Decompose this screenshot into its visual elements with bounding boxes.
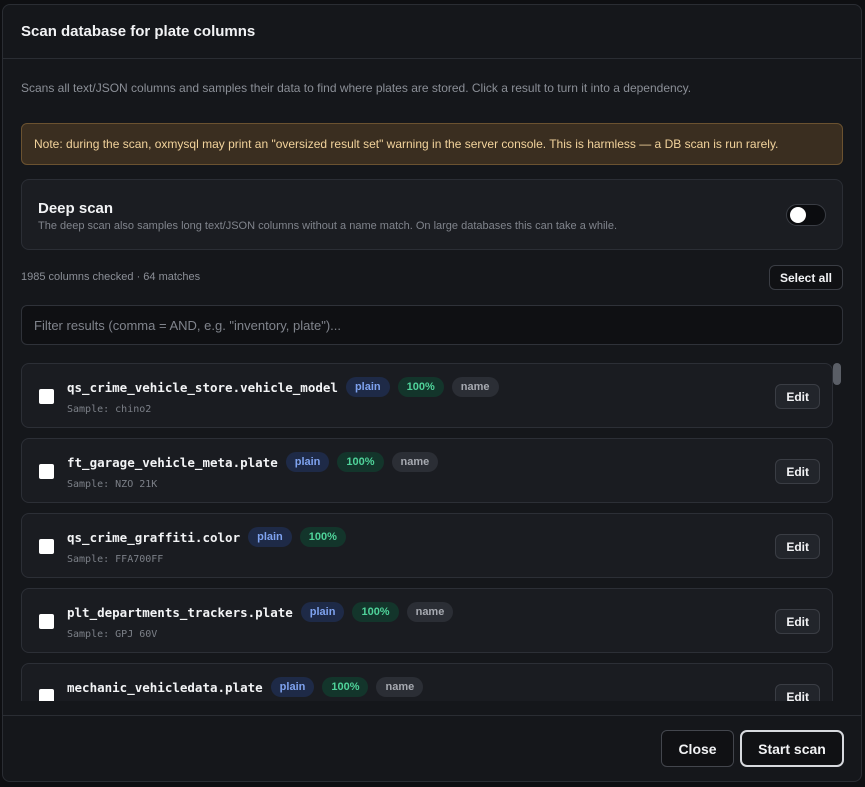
result-checkbox[interactable] xyxy=(39,464,54,479)
column-name: qs_crime_vehicle_store.vehicle_model xyxy=(67,379,338,395)
deep-scan-card: Deep scan The deep scan also samples lon… xyxy=(21,179,843,250)
result-heading: mechanic_vehicledata.plate plain 100% na… xyxy=(67,677,424,697)
type-badge: plain xyxy=(270,677,315,697)
match-badge: name xyxy=(391,452,439,472)
confidence-badge: 100% xyxy=(322,677,369,697)
type-badge: plain xyxy=(248,527,292,547)
match-badge: name xyxy=(376,677,424,697)
modal-title: Scan database for plate columns xyxy=(21,23,256,40)
warning-note: Note: during the scan, oxmysql may print… xyxy=(21,123,843,165)
modal-footer: Close Start scan xyxy=(3,715,861,781)
edit-button[interactable]: Edit xyxy=(775,534,820,559)
result-checkbox[interactable] xyxy=(39,614,54,629)
column-name: ft_garage_vehicle_meta.plate xyxy=(67,454,278,470)
result-row[interactable]: ft_garage_vehicle_meta.plate plain 100% … xyxy=(21,438,833,503)
match-badge: name xyxy=(451,377,499,397)
results-scrollbar[interactable] xyxy=(831,363,841,703)
result-checkbox[interactable] xyxy=(39,539,54,554)
sample-value: Sample: GPJ 60V xyxy=(67,629,158,640)
modal-header: Scan database for plate columns xyxy=(3,5,861,59)
sample-value: Sample: FFA700FF xyxy=(67,554,164,565)
type-badge: plain xyxy=(345,377,390,397)
filter-input[interactable] xyxy=(21,305,843,345)
column-name: plt_departments_trackers.plate xyxy=(67,604,293,620)
edit-button[interactable]: Edit xyxy=(775,684,820,701)
result-row[interactable]: mechanic_vehicledata.plate plain 100% na… xyxy=(21,663,833,701)
deep-scan-title: Deep scan xyxy=(38,200,114,217)
result-row[interactable]: qs_crime_vehicle_store.vehicle_model pla… xyxy=(21,363,833,428)
result-checkbox[interactable] xyxy=(39,689,54,701)
start-scan-button[interactable]: Start scan xyxy=(740,730,844,767)
type-badge: plain xyxy=(300,602,345,622)
confidence-badge: 100% xyxy=(397,377,444,397)
deep-scan-toggle[interactable] xyxy=(786,204,826,226)
result-heading: ft_garage_vehicle_meta.plate plain 100% … xyxy=(67,452,439,472)
select-all-button[interactable]: Select all xyxy=(768,265,843,290)
edit-button[interactable]: Edit xyxy=(775,384,820,409)
column-name: qs_crime_graffiti.color xyxy=(67,529,241,545)
edit-button[interactable]: Edit xyxy=(775,459,820,484)
edit-button[interactable]: Edit xyxy=(775,609,820,634)
scan-description: Scans all text/JSON columns and samples … xyxy=(21,81,692,95)
scrollbar-thumb[interactable] xyxy=(833,363,841,385)
modal-body: Scans all text/JSON columns and samples … xyxy=(3,59,861,717)
result-heading: qs_crime_graffiti.color plain 100% xyxy=(67,527,346,547)
toggle-knob xyxy=(790,207,806,223)
result-heading: plt_departments_trackers.plate plain 100… xyxy=(67,602,454,622)
confidence-badge: 100% xyxy=(337,452,384,472)
sample-value: Sample: chino2 xyxy=(67,404,152,415)
deep-scan-subtitle: The deep scan also samples long text/JSO… xyxy=(38,220,618,232)
confidence-badge: 100% xyxy=(299,527,346,547)
type-badge: plain xyxy=(285,452,330,472)
column-name: mechanic_vehicledata.plate xyxy=(67,679,263,695)
match-badge: name xyxy=(406,602,454,622)
close-button[interactable]: Close xyxy=(661,730,734,767)
confidence-badge: 100% xyxy=(352,602,399,622)
result-row[interactable]: plt_departments_trackers.plate plain 100… xyxy=(21,588,833,653)
results-list: qs_crime_vehicle_store.vehicle_model pla… xyxy=(21,363,833,701)
result-heading: qs_crime_vehicle_store.vehicle_model pla… xyxy=(67,377,499,397)
sample-value: Sample: NZO 21K xyxy=(67,479,158,490)
result-checkbox[interactable] xyxy=(39,389,54,404)
scan-modal: Scan database for plate columns Scans al… xyxy=(2,4,862,782)
result-row[interactable]: qs_crime_graffiti.color plain 100% Sampl… xyxy=(21,513,833,578)
scan-counts: 1985 columns checked · 64 matches xyxy=(21,271,201,283)
